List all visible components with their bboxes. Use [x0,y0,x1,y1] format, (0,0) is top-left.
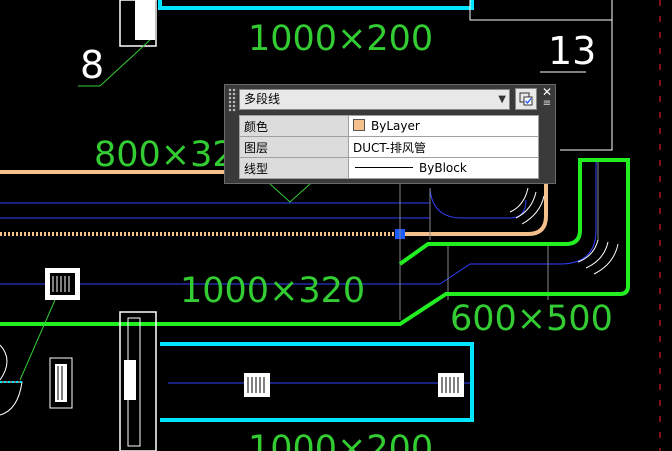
diffuser-inner [50,273,75,295]
options-menu-icon[interactable]: ≡ [541,99,553,109]
quick-select-button[interactable] [515,88,537,110]
properties-table: 颜色 ByLayer 图层 DUCT-排风管 线型 ByBlock [239,115,539,179]
dim-label-mid: 1000×320 [180,271,365,311]
object-type-value: 多段线 [244,92,281,106]
equipment-fill [135,0,155,40]
property-value: ByLayer [371,119,420,133]
property-key: 颜色 [239,115,349,137]
fixture-outline [0,344,23,416]
property-key: 图层 [239,136,349,158]
property-key: 线型 [239,157,349,179]
chevron-down-icon: ▼ [498,94,506,105]
equipment-part [124,360,136,400]
linetype-sample [355,167,413,168]
object-type-dropdown[interactable]: 多段线 ▼ [239,89,510,110]
quick-select-icon [519,92,533,106]
close-icon[interactable]: ✕ [541,86,553,98]
palette-drag-handle[interactable] [228,88,237,112]
quick-properties-palette[interactable]: 多段线 ▼ ✕ ≡ 颜色 ByLayer 图层 DUCT-排风管 线型 ByBl… [224,84,556,184]
blue-centerline [429,187,527,219]
dim-arrow [269,183,311,203]
dim-label-bottom: 1000×200 [248,429,433,451]
drawing-canvas[interactable]: 1000×200 800×32 1000×320 600×500 1000×20… [0,0,672,451]
tag-number-left: 8 [80,43,104,87]
property-value: ByBlock [419,161,467,175]
cyan-duct-bottom [160,342,474,422]
cyan-duct-top [158,0,474,10]
property-value-cell[interactable]: ByBlock [348,157,539,179]
leader-line [99,39,151,87]
turning-vanes [577,239,619,275]
property-value-cell[interactable]: DUCT-排风管 [348,136,539,158]
property-value: DUCT-排风管 [353,140,426,155]
vent-core [55,364,67,402]
property-value-cell[interactable]: ByLayer [348,115,539,137]
tag-number-right: 13 [548,29,596,73]
table-row[interactable]: 图层 DUCT-排风管 [239,136,539,158]
table-row[interactable]: 颜色 ByLayer [239,115,539,137]
dim-label-right: 600×500 [450,299,613,339]
table-row[interactable]: 线型 ByBlock [239,157,539,179]
dim-label-left: 800×32 [94,135,235,175]
dim-label-top: 1000×200 [248,19,433,59]
wall-outline [469,0,613,21]
turning-vanes [509,187,545,225]
color-swatch-icon [353,119,365,131]
